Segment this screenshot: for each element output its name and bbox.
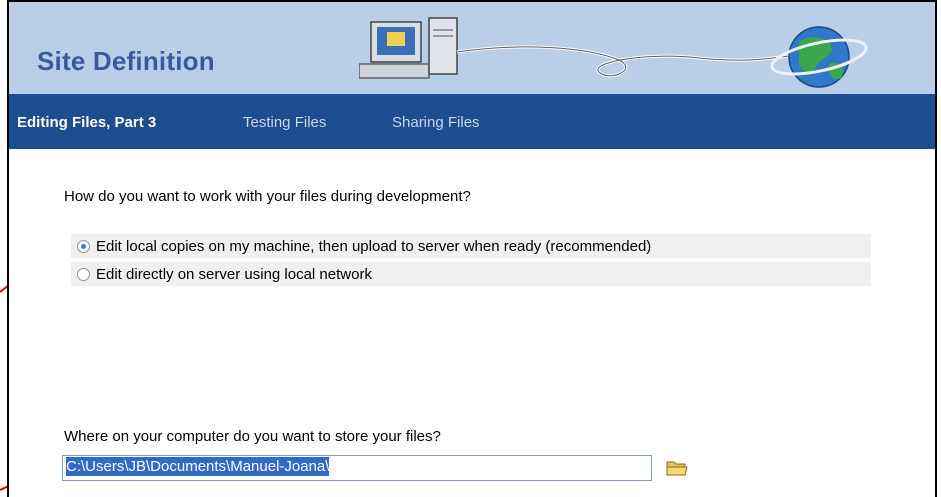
local-path-value: C:\Users\JB\Documents\Manuel-Joana\ [66,457,330,476]
option-edit-server-label: Edit directly on server using local netw… [96,265,372,283]
option-edit-local-label: Edit local copies on my machine, then up… [96,237,652,255]
browse-folder-icon[interactable] [665,457,689,479]
wizard-tabs: Editing Files, Part 3 Testing Files Shar… [9,94,935,149]
site-definition-panel: Site Definition Editing Files, Part 3 Te… [7,0,937,497]
tab-editing-files[interactable]: Editing Files, Part 3 [17,114,156,131]
radio-edit-server[interactable] [77,267,90,281]
computer-icon [359,17,458,79]
radio-edit-local[interactable] [77,239,90,253]
store-question: Where on your computer do you want to st… [64,428,441,445]
local-root-folder-input[interactable]: C:\Users\JB\Documents\Manuel-Joana\ [62,455,652,481]
page-title: Site Definition [37,46,215,76]
header-banner: Site Definition [9,2,935,94]
tab-sharing-files[interactable]: Sharing Files [392,114,480,131]
network-illustration [359,17,868,88]
tab-testing-files[interactable]: Testing Files [243,114,326,131]
option-edit-server[interactable]: Edit directly on server using local netw… [71,262,871,286]
option-edit-local[interactable]: Edit local copies on my machine, then up… [71,234,871,258]
work-question: How do you want to work with your files … [64,188,471,205]
